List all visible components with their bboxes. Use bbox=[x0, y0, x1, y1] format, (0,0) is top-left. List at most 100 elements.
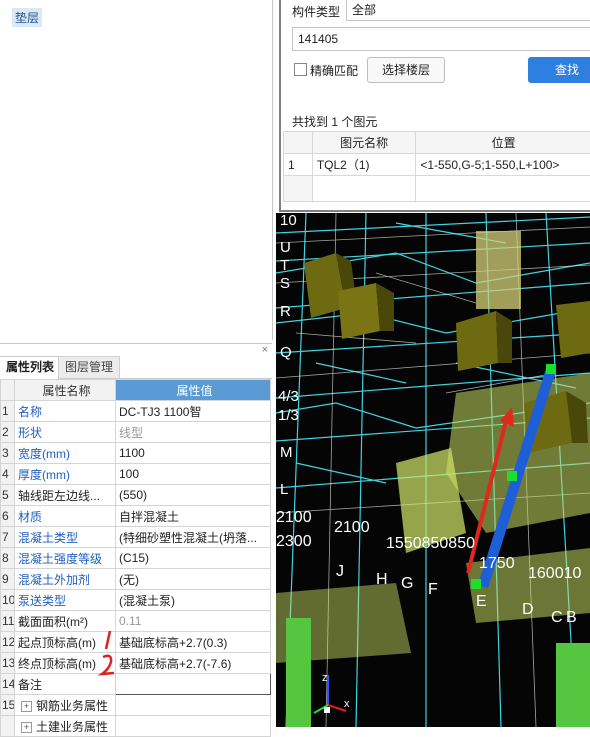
axis-label: L bbox=[280, 481, 288, 498]
svg-text:x: x bbox=[344, 698, 350, 710]
property-name: 混凝土强度等级 bbox=[15, 548, 116, 569]
close-icon[interactable]: × bbox=[262, 344, 268, 356]
properties-tabs: 属性列表 图层管理 bbox=[0, 356, 272, 379]
axis-label: M bbox=[280, 444, 293, 461]
property-name: 混凝土外加剂 bbox=[15, 569, 116, 590]
property-value[interactable]: (无) bbox=[116, 569, 271, 590]
model-render: z x bbox=[276, 213, 590, 727]
green-column bbox=[286, 618, 311, 727]
property-value[interactable]: 自拌混凝土 bbox=[116, 506, 271, 527]
search-button[interactable]: 查找 bbox=[528, 57, 590, 83]
row-index: 15 bbox=[1, 695, 15, 716]
tree-node-cushion-layer[interactable]: 垫层 bbox=[12, 8, 42, 27]
property-row[interactable]: 13终点顶标高(m) 基础底标高+2.7(-7.6) bbox=[1, 653, 271, 674]
axis-gizmo[interactable]: z x bbox=[314, 672, 350, 713]
tab-layer-management[interactable]: 图层管理 bbox=[58, 356, 120, 379]
property-row[interactable]: 6材质自拌混凝土 bbox=[1, 506, 271, 527]
property-row[interactable]: 9混凝土外加剂(无) bbox=[1, 569, 271, 590]
property-name-text: 宽度(mm) bbox=[18, 447, 70, 461]
grid-letter: D bbox=[522, 601, 534, 619]
select-floor-button[interactable]: 选择楼层 bbox=[367, 57, 445, 83]
row-index: 7 bbox=[1, 527, 15, 548]
tab-property-list[interactable]: 属性列表 bbox=[0, 356, 61, 379]
property-row[interactable]: 1名称DC-TJ3 1100智 bbox=[1, 401, 271, 422]
property-name-text: 混凝土类型 bbox=[18, 531, 78, 545]
property-row[interactable]: 12起点顶标高(m) 基础底标高+2.7(0.3) bbox=[1, 632, 271, 653]
empty-cell bbox=[416, 176, 590, 202]
property-name-text: 备注 bbox=[18, 678, 42, 692]
empty-cell bbox=[312, 176, 415, 202]
grid-letter: G bbox=[401, 575, 413, 593]
property-name-text: 终点顶标高(m) bbox=[18, 657, 96, 671]
property-name: 混凝土类型 bbox=[15, 527, 116, 548]
property-name-text: 起点顶标高(m) bbox=[18, 636, 96, 650]
dimension-label: 2100 bbox=[334, 519, 370, 537]
property-row[interactable]: 15+钢筋业务属性 bbox=[1, 695, 271, 716]
result-position[interactable]: <1-550,G-5;1-550,L+100> bbox=[416, 154, 590, 176]
row-index: 8 bbox=[1, 548, 15, 569]
property-row[interactable]: 5轴线距左边线...(550) bbox=[1, 485, 271, 506]
grid-corner bbox=[1, 380, 15, 401]
grid-letter: F bbox=[428, 581, 438, 599]
row-index: 11 bbox=[1, 611, 15, 632]
property-name-text: 名称 bbox=[18, 405, 42, 419]
row-index: 13 bbox=[1, 653, 15, 674]
row-index: 4 bbox=[1, 464, 15, 485]
property-value[interactable]: 线型 bbox=[116, 422, 271, 443]
property-value[interactable]: (550) bbox=[116, 485, 271, 506]
property-value[interactable]: (混凝土泵) bbox=[116, 590, 271, 611]
dimension-label: 1750 bbox=[479, 555, 515, 573]
axis-label: 4/3 bbox=[278, 388, 299, 405]
dimension-label: 160010 bbox=[528, 565, 581, 583]
property-row[interactable]: +土建业务属性 bbox=[1, 716, 271, 737]
find-element-dialog: 构件类型 全部 141405 精确匹配 选择楼层 查找 共找到 1 个图元 图元… bbox=[279, 0, 590, 212]
result-summary: 共找到 1 个图元 bbox=[292, 113, 377, 130]
axis-label: T bbox=[280, 257, 289, 274]
result-name[interactable]: TQL2（1) bbox=[312, 154, 415, 176]
exact-match-checkbox[interactable] bbox=[294, 63, 307, 76]
property-row[interactable]: 3宽度(mm)1100 bbox=[1, 443, 271, 464]
property-name-text: 轴线距左边线... bbox=[18, 489, 100, 503]
property-name: +钢筋业务属性 bbox=[15, 695, 116, 716]
floor-tree-panel: 垫层 bbox=[0, 0, 273, 340]
property-value[interactable]: 基础底标高+2.7(-7.6) bbox=[116, 653, 271, 674]
empty-cell bbox=[284, 176, 313, 202]
property-value[interactable]: DC-TJ3 1100智 bbox=[116, 401, 271, 422]
handwritten-annotation-marks bbox=[96, 627, 126, 687]
component-type-select[interactable]: 全部 bbox=[346, 0, 590, 21]
property-row[interactable]: 14备注 bbox=[1, 674, 271, 695]
expand-icon[interactable]: + bbox=[21, 701, 32, 712]
property-row[interactable]: 8混凝土强度等级(C15) bbox=[1, 548, 271, 569]
handwritten-mark-2 bbox=[102, 656, 114, 674]
3d-model-viewport[interactable]: z x 10 U T S R Q 4/3 1/3 M L 2100 2100 2… bbox=[276, 213, 590, 727]
search-query-input[interactable]: 141405 bbox=[292, 27, 590, 51]
table-row[interactable]: 1 TQL2（1) <1-550,G-5;1-550,L+100> bbox=[284, 154, 590, 176]
property-row[interactable]: 10泵送类型(混凝土泵) bbox=[1, 590, 271, 611]
dimension-label: 1550850850 bbox=[386, 535, 475, 553]
property-name: +土建业务属性 bbox=[15, 716, 116, 737]
property-value[interactable]: (特细砂塑性混凝土(坍落... bbox=[116, 527, 271, 548]
property-value[interactable]: 1100 bbox=[116, 443, 271, 464]
property-value[interactable]: 100 bbox=[116, 464, 271, 485]
property-value[interactable]: 基础底标高+2.7(0.3) bbox=[116, 632, 271, 653]
property-name-text: 材质 bbox=[18, 510, 42, 524]
column-header-position: 位置 bbox=[416, 132, 590, 154]
property-row[interactable]: 4厚度(mm)100 bbox=[1, 464, 271, 485]
property-value[interactable]: 0.11 bbox=[116, 611, 271, 632]
expand-icon[interactable]: + bbox=[21, 722, 32, 733]
property-value[interactable] bbox=[116, 695, 271, 716]
property-value[interactable]: (C15) bbox=[116, 548, 271, 569]
grid-letter: J bbox=[336, 563, 344, 581]
column-header-property-value: 属性值 bbox=[116, 380, 271, 401]
row-index: 14 bbox=[1, 674, 15, 695]
axis-label: Q bbox=[280, 344, 292, 361]
property-value[interactable] bbox=[116, 674, 271, 695]
row-index: 12 bbox=[1, 632, 15, 653]
property-row[interactable]: 7混凝土类型 (特细砂塑性混凝土(坍落... bbox=[1, 527, 271, 548]
property-row[interactable]: 11截面面积(m²)0.11 bbox=[1, 611, 271, 632]
column-block bbox=[476, 231, 521, 309]
column-header-property-name: 属性名称 bbox=[15, 380, 116, 401]
property-name: 泵送类型 bbox=[15, 590, 116, 611]
property-value[interactable] bbox=[116, 716, 271, 737]
property-row[interactable]: 2形状线型 bbox=[1, 422, 271, 443]
